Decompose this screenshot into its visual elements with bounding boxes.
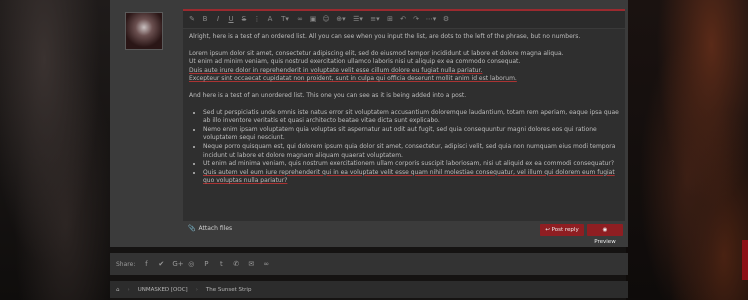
- background-right: [626, 0, 748, 300]
- lorem-line: Lorem ipsum dolor sit amet, consectetur …: [189, 49, 564, 57]
- breadcrumb-item[interactable]: UNMASKED [OOC]: [138, 287, 188, 293]
- redo-icon[interactable]: ↷: [411, 11, 421, 28]
- editor-content[interactable]: Alright, here is a test of an ordered li…: [183, 29, 625, 186]
- breadcrumb-separator: ›: [195, 286, 198, 293]
- paperclip-icon: 📎: [188, 225, 196, 232]
- list-item: Sed ut perspiciatis unde omnis iste natu…: [203, 109, 619, 126]
- breadcrumb-separator: ›: [127, 286, 130, 293]
- google-plus-icon[interactable]: G+: [172, 260, 183, 268]
- breadcrumb: ⌂ › UNMASKED [OOC] › The Sunset Strip: [110, 281, 628, 298]
- undo-icon[interactable]: ↶: [398, 11, 408, 28]
- list-item: Quis autem vel eum iure reprehenderit qu…: [203, 169, 619, 186]
- text-color-icon[interactable]: T▾: [278, 11, 292, 28]
- email-icon[interactable]: ✉: [247, 260, 255, 268]
- lorem-line: Ut enim ad minim veniam, quis nostrud ex…: [189, 58, 521, 66]
- tumblr-icon[interactable]: t: [217, 260, 225, 268]
- list-icon[interactable]: ☰▾: [351, 11, 365, 28]
- lorem-line: Excepteur sint occaecat cupidatat non pr…: [189, 75, 517, 83]
- list-item: Nemo enim ipsam voluptatem quia voluptas…: [203, 126, 619, 143]
- attach-files-button[interactable]: 📎 Attach files: [188, 225, 232, 232]
- twitter-icon[interactable]: ✔: [157, 260, 165, 268]
- background-left: [0, 0, 110, 300]
- settings-icon[interactable]: ⚙: [441, 11, 451, 28]
- list-item: Ut enim ad minima veniam, quis nostrum e…: [203, 160, 619, 169]
- paragraph-unordered-intro: And here is a test of an unordered list.…: [189, 91, 467, 99]
- facebook-icon[interactable]: f: [142, 260, 150, 268]
- italic-icon[interactable]: I: [213, 11, 223, 28]
- whatsapp-icon[interactable]: ✆: [232, 260, 240, 268]
- eraser-icon[interactable]: ✎: [187, 11, 197, 28]
- share-label: Share:: [116, 260, 136, 268]
- post-reply-label: Post reply: [551, 227, 579, 233]
- paragraph-ordered-intro: Alright, here is a test of an ordered li…: [189, 33, 581, 40]
- align-icon[interactable]: ≡▾: [368, 11, 382, 28]
- preview-label: Preview: [594, 239, 616, 245]
- insert-icon[interactable]: ⊕▾: [334, 11, 348, 28]
- preview-button[interactable]: ◉ Preview: [587, 224, 623, 245]
- table-icon[interactable]: ⊞: [385, 11, 395, 28]
- list-item: Neque porro quisquam est, qui dolorem ip…: [203, 143, 619, 160]
- lorem-block: Lorem ipsum dolor sit amet, consectetur …: [189, 50, 619, 84]
- share-bar: Share: f ✔ G+ ◎ P t ✆ ✉ ∞: [110, 253, 628, 275]
- message-editor[interactable]: ✎ B I U S ⋮ A T▾ ∞ ▣ ☺ ⊕▾ ☰▾ ≡▾ ⊞ ↶ ↷ ⋯▾…: [183, 9, 625, 221]
- reddit-icon[interactable]: ◎: [187, 260, 195, 268]
- bullet-list: Sed ut perspiciatis unde omnis iste natu…: [189, 109, 619, 186]
- home-icon[interactable]: ⌂: [116, 287, 120, 293]
- underline-icon[interactable]: U: [226, 11, 236, 28]
- eye-icon: ◉: [602, 227, 608, 233]
- strikethrough-icon[interactable]: S: [239, 11, 249, 28]
- pinterest-icon[interactable]: P: [202, 260, 210, 268]
- breadcrumb-item[interactable]: The Sunset Strip: [206, 287, 252, 293]
- attach-files-label: Attach files: [198, 225, 233, 232]
- link-icon[interactable]: ∞: [295, 11, 305, 28]
- editor-toolbar: ✎ B I U S ⋮ A T▾ ∞ ▣ ☺ ⊕▾ ☰▾ ≡▾ ⊞ ↶ ↷ ⋯▾…: [183, 11, 625, 29]
- font-size-icon[interactable]: A: [265, 11, 275, 28]
- more-text-icon[interactable]: ⋮: [252, 11, 262, 28]
- more-icon[interactable]: ⋯▾: [424, 11, 438, 28]
- lorem-line: Duis aute irure dolor in reprehenderit i…: [189, 66, 483, 74]
- smilie-icon[interactable]: ☺: [321, 11, 331, 28]
- image-icon[interactable]: ▣: [308, 11, 318, 28]
- bold-icon[interactable]: B: [200, 11, 210, 28]
- link-icon[interactable]: ∞: [262, 260, 270, 268]
- avatar[interactable]: [125, 12, 163, 50]
- post-reply-button[interactable]: ↩ Post reply: [540, 224, 584, 236]
